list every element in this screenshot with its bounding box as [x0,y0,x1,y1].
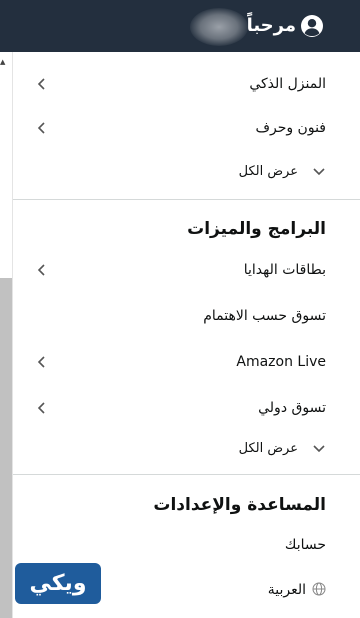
menu-item-your-account[interactable]: حسابك [13,522,360,568]
menu-item-arts-crafts[interactable]: فنون وحرف [13,105,360,151]
see-all-label: عرض الكل [238,164,298,179]
chevron-left-icon [37,78,45,90]
menu-item-label: تسوق دولي [258,400,326,416]
scroll-up-arrow-icon[interactable]: ▲ [0,58,5,66]
menu-item-label: بطاقات الهدايا [243,262,326,278]
chevron-left-icon [37,402,45,414]
blurred-username [190,8,248,46]
chevron-down-icon [313,445,325,453]
menu-item-label: Amazon Live [236,354,326,370]
watermark-logo: ويكي [15,563,101,604]
chevron-left-icon [37,356,45,368]
see-all-button[interactable]: عرض الكل [13,149,360,195]
chevron-left-icon [37,122,45,134]
section-divider [13,474,360,475]
section-title-help-settings: المساعدة والإعدادات [153,495,326,515]
see-all-programs-button[interactable]: عرض الكل [13,426,360,472]
menu-item-label: فنون وحرف [255,120,326,136]
user-avatar-icon[interactable] [300,14,324,38]
section-divider [13,199,360,200]
menu-item-international-shopping[interactable]: تسوق دولي [13,385,360,431]
globe-icon [312,582,326,596]
menu-item-label: العربية [267,582,306,598]
menu-header: مرحباً [0,0,360,52]
menu-item-label: حسابك [284,537,326,553]
chevron-down-icon [313,168,325,176]
chevron-left-icon [37,264,45,276]
menu-item-label: المنزل الذكي [249,76,326,92]
menu-item-amazon-live[interactable]: Amazon Live [13,339,360,385]
see-all-label: عرض الكل [238,441,298,456]
menu-item-gift-cards[interactable]: بطاقات الهدايا [13,247,360,293]
menu-item-smart-home[interactable]: المنزل الذكي [13,61,360,107]
menu-item-label: تسوق حسب الاهتمام [203,308,326,324]
section-title-programs: البرامج والميزات [187,219,326,239]
scrollbar-thumb[interactable] [0,278,12,618]
greeting-text: مرحباً [246,15,296,36]
menu-item-shop-by-interest[interactable]: تسوق حسب الاهتمام [13,293,360,339]
